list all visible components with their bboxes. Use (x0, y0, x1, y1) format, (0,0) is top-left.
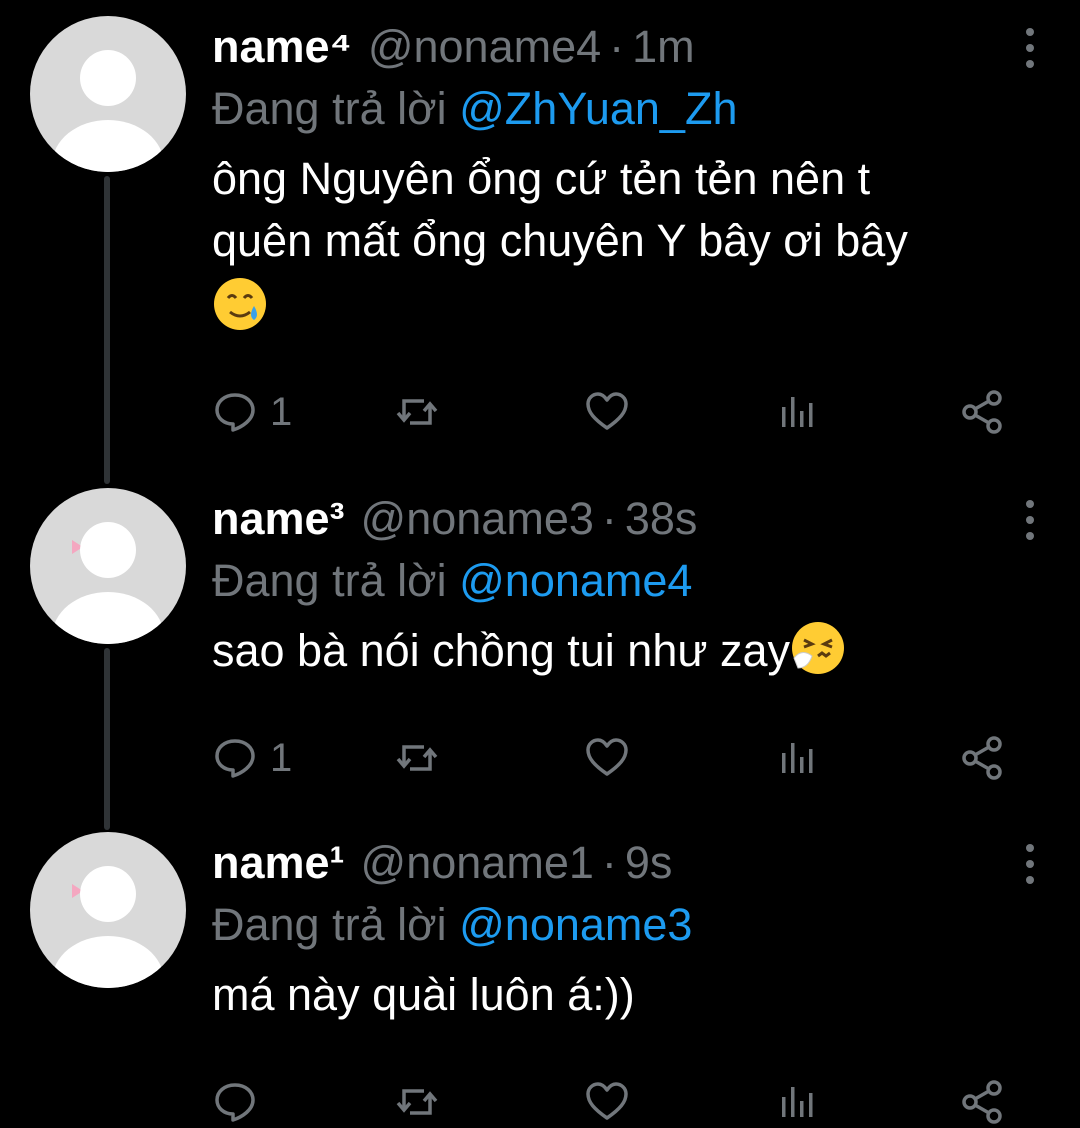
avatar-head (80, 50, 136, 106)
tweet-actions: 1 (212, 382, 1012, 442)
views-icon (782, 743, 813, 773)
tweet-header: name¹ @noname1 · 9s (212, 832, 1050, 894)
tweet-text-line: ông Nguyên ổng cứ tẻn tẻn nên t (212, 153, 871, 204)
like-action[interactable] (584, 382, 630, 442)
display-name[interactable]: name¹ (212, 832, 345, 894)
share-action[interactable] (960, 382, 1006, 442)
tweet-content: name¹ @noname1 · 9s Đang trả lời @noname… (212, 832, 1050, 1026)
avatar-body (52, 936, 164, 988)
tweet-text-line: má này quài luôn á:)) (212, 969, 635, 1020)
reply-action[interactable]: 1 (212, 382, 292, 442)
comment-icon (215, 1083, 255, 1122)
share-icon (962, 390, 1002, 434)
like-icon (586, 738, 628, 776)
tweet[interactable]: name¹ @noname1 · 9s Đang trả lời @noname… (0, 832, 1080, 1128)
tweet[interactable]: name⁴ @noname4 · 1m Đang trả lời @ZhYuan… (0, 16, 1080, 486)
replying-to-label: Đang trả lời (212, 83, 447, 134)
sneezing-face-icon (792, 622, 845, 674)
comment-icon (215, 393, 255, 432)
tweet-actions (212, 1072, 1012, 1128)
reply-thread: name⁴ @noname4 · 1m Đang trả lời @ZhYuan… (0, 0, 1080, 1128)
share-icon (962, 1080, 1002, 1124)
retweet-action[interactable] (394, 1072, 440, 1128)
separator: · (601, 493, 617, 544)
replying-to-label: Đang trả lời (212, 899, 447, 950)
tweet-text-line: sao bà nói chồng tui như zay (212, 625, 791, 676)
tweet-content: name³ @noname3 · 38s Đang trả lời @nonam… (212, 488, 1050, 682)
like-icon (586, 1082, 628, 1120)
views-action[interactable] (774, 728, 820, 788)
share-icon (962, 736, 1002, 780)
share-action[interactable] (960, 1072, 1006, 1128)
tweet-text-line: quên mất ổng chuyên Y bây ơi bây (212, 215, 908, 266)
more-icon[interactable] (1020, 844, 1040, 884)
views-action[interactable] (774, 382, 820, 442)
tweet-actions: 1 (212, 728, 1012, 788)
retweet-action[interactable] (394, 728, 440, 788)
replying-to: Đang trả lời @noname3 (212, 894, 1050, 956)
retweet-icon (396, 1089, 438, 1115)
tweet-text: má này quài luôn á:)) (212, 964, 1050, 1026)
tweet-header: name⁴ @noname4 · 1m (212, 16, 1050, 78)
avatar-body (52, 120, 164, 172)
user-handle[interactable]: @noname1 (361, 832, 594, 894)
views-icon (782, 1087, 813, 1117)
timestamp[interactable]: 9s (625, 832, 673, 894)
share-action[interactable] (960, 728, 1006, 788)
replying-to-label: Đang trả lời (212, 555, 447, 606)
smiling-face-with-tear-icon (214, 278, 266, 330)
timestamp[interactable]: 1m (632, 16, 695, 78)
tweet[interactable]: name³ @noname3 · 38s Đang trả lời @nonam… (0, 488, 1080, 828)
reply-count: 1 (270, 735, 293, 780)
display-name[interactable]: name³ (212, 488, 345, 550)
replying-to: Đang trả lời @noname4 (212, 550, 1050, 612)
tweet-text: sao bà nói chồng tui như zay (212, 620, 1050, 682)
separator: · (601, 837, 617, 888)
avatar-body (52, 592, 164, 644)
tweet-content: name⁴ @noname4 · 1m Đang trả lời @ZhYuan… (212, 16, 1050, 338)
views-icon (782, 397, 813, 427)
tweet-text-line (212, 276, 1050, 338)
avatar[interactable] (30, 488, 186, 644)
retweet-icon (396, 745, 438, 771)
reply-count: 1 (270, 389, 293, 434)
avatar-head (80, 522, 136, 578)
replying-to-handle[interactable]: @ZhYuan_Zh (459, 83, 737, 134)
like-action[interactable] (584, 728, 630, 788)
reply-action[interactable] (212, 1072, 270, 1128)
display-name[interactable]: name⁴ (212, 16, 352, 78)
more-icon[interactable] (1020, 500, 1040, 540)
retweet-icon (396, 399, 438, 425)
user-handle[interactable]: @noname3 (361, 488, 594, 550)
avatar-head (80, 866, 136, 922)
more-icon[interactable] (1020, 28, 1040, 68)
tweet-text: ông Nguyên ổng cứ tẻn tẻn nên t quên mất… (212, 148, 1050, 338)
separator: · (609, 21, 625, 72)
avatar[interactable] (30, 16, 186, 172)
reply-action[interactable]: 1 (212, 728, 292, 788)
replying-to-handle[interactable]: @noname4 (459, 555, 692, 606)
comment-icon (215, 739, 255, 778)
retweet-action[interactable] (394, 382, 440, 442)
avatar[interactable] (30, 832, 186, 988)
like-action[interactable] (584, 1072, 630, 1128)
tweet-header: name³ @noname3 · 38s (212, 488, 1050, 550)
views-action[interactable] (774, 1072, 820, 1128)
user-handle[interactable]: @noname4 (368, 16, 601, 78)
timestamp[interactable]: 38s (625, 488, 698, 550)
replying-to: Đang trả lời @ZhYuan_Zh (212, 78, 1050, 140)
like-icon (586, 392, 628, 430)
replying-to-handle[interactable]: @noname3 (459, 899, 692, 950)
